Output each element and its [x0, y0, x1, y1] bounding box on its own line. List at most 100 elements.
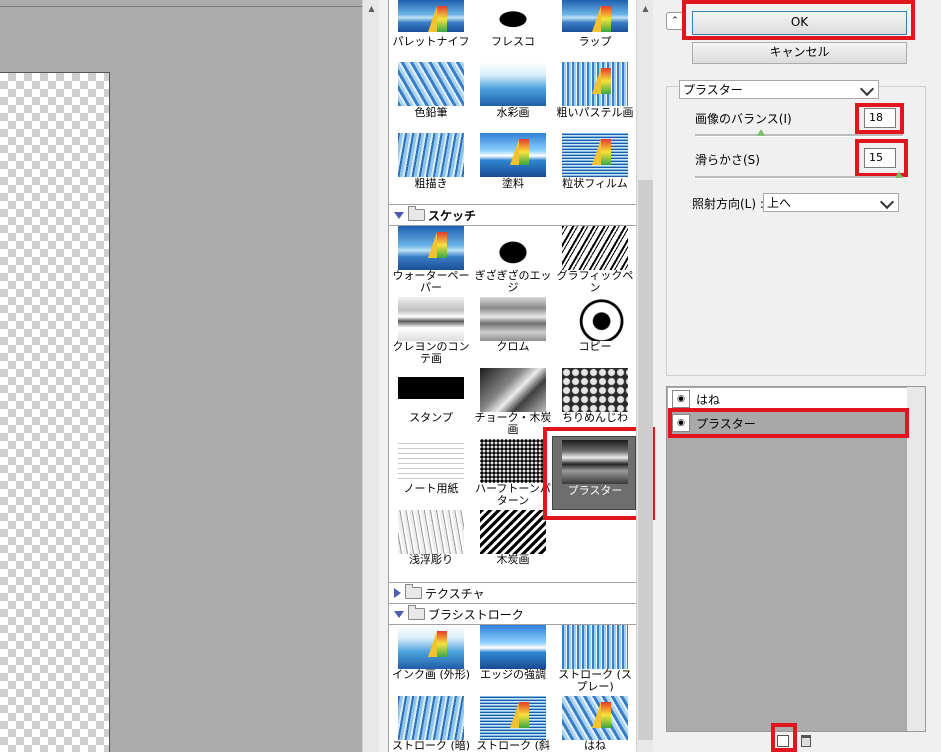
layer-name: はね — [696, 392, 721, 407]
thumb-stamp[interactable] — [398, 368, 464, 412]
eye-icon[interactable]: ◉ — [672, 414, 690, 432]
gallery-scroll-thumb[interactable] — [638, 180, 653, 740]
label-watercolor: 水彩画 — [496, 106, 530, 119]
thumb-chalk-charcoal[interactable] — [480, 368, 546, 412]
label-accented-edges: エッジの強調 — [480, 668, 546, 681]
new-effect-layer-icon[interactable] — [777, 735, 789, 747]
section-brush-strokes[interactable]: ブラシストローク — [389, 603, 636, 625]
selected-filter-tile[interactable]: プラスター — [552, 436, 636, 510]
label-paint: 塗料 — [502, 177, 524, 190]
folder-icon — [408, 206, 425, 221]
scroll-up-icon[interactable]: ▲ — [637, 0, 654, 17]
layer-row-spatter[interactable]: ◉ はね — [668, 388, 908, 411]
label-fresco: フレスコ — [491, 35, 535, 48]
thumb-colored-pencil[interactable] — [398, 62, 464, 106]
label-plastic-wrap: ラップ — [578, 35, 612, 48]
thumb-reticulation[interactable] — [562, 368, 628, 412]
smoothness-slider[interactable] — [695, 176, 903, 179]
thumb-fresco[interactable] — [480, 0, 546, 32]
label-rough-pastels: 粗いパステル画 — [556, 106, 634, 119]
label-conte-crayon: クレヨンのコンテ画 — [392, 340, 470, 365]
scroll-up-icon[interactable]: ▲ — [363, 0, 380, 17]
label-bas-relief: 浅浮彫り — [409, 553, 453, 566]
label-sprayed-strokes: ストローク (スプレー) — [558, 668, 632, 693]
light-direction-select[interactable]: 上へ — [763, 193, 899, 212]
label-film-grain: 粒状フィルム — [562, 177, 628, 190]
effect-layers-list: ◉ はね ◉ プラスター — [666, 386, 926, 732]
thumb-spatter[interactable] — [562, 696, 628, 740]
ok-button[interactable]: OK — [692, 11, 907, 35]
thumb-torn-edges[interactable] — [480, 226, 546, 270]
label-torn-edges: ぎざぎざのエッジ — [474, 269, 552, 294]
thumb-photocopy[interactable] — [562, 297, 628, 341]
thumb-sketch[interactable] — [398, 133, 464, 177]
thumb-palette-knife[interactable] — [398, 0, 464, 32]
transparent-document — [0, 72, 110, 752]
layers-scrollbar[interactable] — [907, 387, 925, 731]
balance-slider-knob[interactable] — [756, 129, 765, 136]
light-direction-label: 照射方向(L) : — [692, 197, 764, 211]
section-sketch-label: スケッチ — [428, 208, 477, 223]
chevron-down-icon — [859, 81, 875, 97]
balance-label: 画像のバランス(I) — [695, 112, 792, 126]
label-dark-strokes: ストローク (暗) — [391, 739, 471, 752]
label-stamp: スタンプ — [409, 411, 453, 424]
section-sketch[interactable]: スケッチ — [389, 204, 636, 226]
chevron-down-icon — [879, 194, 895, 210]
thumb-bas-relief[interactable] — [398, 510, 464, 554]
gallery-scrollbar[interactable]: ▲ — [636, 0, 653, 752]
canvas-scrollbar[interactable]: ▲ — [362, 0, 379, 752]
thumb-paint[interactable] — [480, 133, 546, 177]
filter-settings-box — [666, 86, 926, 376]
label-colored-pencil: 色鉛筆 — [414, 106, 448, 119]
thumb-film-grain[interactable] — [562, 133, 628, 177]
label-halftone-pattern: ハーフトーンパターン — [475, 482, 551, 507]
canvas-top-line — [0, 6, 362, 7]
thumb-conte-crayon[interactable] — [398, 297, 464, 341]
thumb-angled-strokes[interactable] — [480, 696, 546, 740]
layer-row-plaster[interactable]: ◉ プラスター — [668, 412, 908, 435]
thumb-halftone-pattern[interactable] — [480, 439, 546, 483]
thumb-accented-edges-ink[interactable] — [398, 625, 464, 669]
thumb-accented-edges[interactable] — [480, 625, 546, 669]
thumb-dark-strokes[interactable] — [398, 696, 464, 740]
label-plaster: プラスター — [567, 484, 623, 497]
label-spatter: はね — [584, 739, 606, 752]
collapse-gallery-button[interactable]: ⌃ — [666, 12, 684, 30]
thumb-rough-pastels[interactable] — [562, 62, 628, 106]
balance-slider[interactable] — [695, 134, 903, 137]
filter-select[interactable]: プラスター — [679, 80, 879, 99]
thumb-sprayed-strokes[interactable] — [562, 625, 628, 669]
folder-icon — [405, 584, 422, 599]
smoothness-input[interactable]: 15 — [864, 148, 896, 168]
thumb-graphic-pen[interactable] — [562, 226, 628, 270]
section-texture[interactable]: テクスチャ — [389, 582, 636, 604]
expand-triangle-icon — [394, 610, 404, 618]
label-palette-knife: パレットナイフ — [392, 35, 470, 48]
thumb-watercolor[interactable] — [480, 62, 546, 106]
thumb-charcoal[interactable] — [480, 510, 546, 554]
label-chrome: クロム — [496, 340, 530, 353]
label-water-paper: ウォーターペーパー — [392, 269, 470, 294]
trash-icon[interactable] — [801, 735, 811, 747]
thumb-note-paper[interactable] — [398, 439, 464, 483]
layer-name: プラスター — [696, 416, 756, 431]
thumb-plaster[interactable] — [562, 440, 628, 484]
smoothness-slider-knob[interactable] — [895, 171, 903, 178]
label-graphic-pen: グラフィックペン — [556, 269, 634, 294]
balance-input[interactable]: 18 — [864, 108, 896, 128]
eye-icon[interactable]: ◉ — [672, 390, 690, 408]
expand-triangle-icon — [394, 211, 404, 219]
light-direction-value: 上へ — [767, 196, 792, 210]
thumb-chrome[interactable] — [480, 297, 546, 341]
filter-gallery: パレットナイフ フレスコ ラップ 色鉛筆 水彩画 粗いパステル画 粗描き 塗料 … — [388, 0, 636, 752]
filter-select-value: プラスター — [683, 83, 743, 97]
label-charcoal: 木炭画 — [496, 553, 530, 566]
label-angled-strokes: ストローク (斜め) — [476, 739, 550, 752]
thumb-water-paper[interactable] — [398, 226, 464, 270]
section-texture-label: テクスチャ — [425, 586, 485, 601]
label-ink-outlines: インク画 (外形) — [391, 668, 471, 681]
thumb-plastic-wrap[interactable] — [562, 0, 628, 32]
cancel-button[interactable]: キャンセル — [692, 42, 907, 64]
section-brush-label: ブラシストローク — [428, 607, 524, 622]
